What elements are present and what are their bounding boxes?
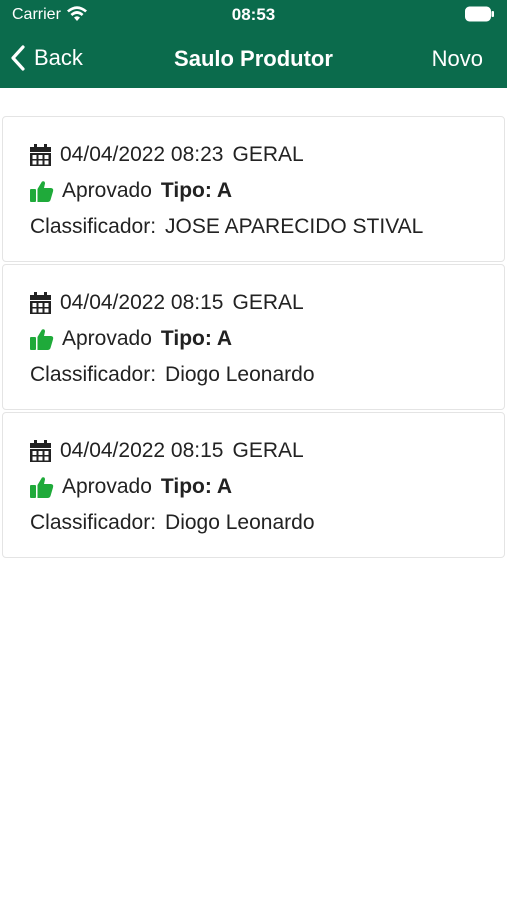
records-list: 04/04/2022 08:23 GERAL Aprovado Tipo: A … [0, 116, 507, 560]
list-item[interactable]: 04/04/2022 08:15 GERAL Aprovado Tipo: A … [2, 412, 505, 558]
classifier-name: JOSE APARECIDO STIVAL [165, 215, 424, 238]
record-classifier-row: Classificador: Diogo Leonardo [30, 511, 315, 535]
record-classifier-row: Classificador: JOSE APARECIDO STIVAL [30, 215, 423, 239]
classifier-label: Classificador: [30, 215, 157, 238]
record-header: 04/04/2022 08:15 GERAL [30, 439, 304, 463]
record-status: Aprovado [62, 179, 152, 202]
classifier-label: Classificador: [30, 363, 157, 386]
battery-icon [465, 6, 494, 22]
new-button[interactable]: Novo [432, 46, 483, 72]
calendar-icon [30, 292, 51, 314]
record-datetime: 04/04/2022 08:15 [60, 291, 224, 314]
app-header: Carrier 08:53 Back Saulo Produtor Novo [0, 0, 507, 88]
record-classifier-row: Classificador: Diogo Leonardo [30, 363, 315, 387]
list-item[interactable]: 04/04/2022 08:23 GERAL Aprovado Tipo: A … [2, 116, 505, 262]
record-status-row: Aprovado Tipo: A [30, 179, 232, 203]
list-item[interactable]: 04/04/2022 08:15 GERAL Aprovado Tipo: A … [2, 264, 505, 410]
record-header: 04/04/2022 08:23 GERAL [30, 143, 304, 167]
record-datetime: 04/04/2022 08:23 [60, 143, 224, 166]
thumbs-up-icon [30, 181, 54, 202]
classifier-label: Classificador: [30, 511, 157, 534]
record-status: Aprovado [62, 327, 152, 350]
record-type: Tipo: A [160, 179, 233, 202]
record-type: Tipo: A [160, 475, 233, 498]
record-category: GERAL [232, 439, 304, 462]
record-header: 04/04/2022 08:15 GERAL [30, 291, 304, 315]
nav-bar: Back Saulo Produtor Novo [0, 30, 507, 86]
record-status: Aprovado [62, 475, 152, 498]
classifier-name: Diogo Leonardo [165, 363, 315, 386]
calendar-icon [30, 144, 51, 166]
classifier-name: Diogo Leonardo [165, 511, 315, 534]
record-category: GERAL [232, 143, 304, 166]
record-status-row: Aprovado Tipo: A [30, 475, 232, 499]
thumbs-up-icon [30, 329, 54, 350]
record-category: GERAL [232, 291, 304, 314]
thumbs-up-icon [30, 477, 54, 498]
calendar-icon [30, 440, 51, 462]
record-type: Tipo: A [160, 327, 233, 350]
status-bar: Carrier 08:53 [0, 0, 507, 30]
status-time: 08:53 [231, 5, 276, 24]
record-status-row: Aprovado Tipo: A [30, 327, 232, 351]
record-datetime: 04/04/2022 08:15 [60, 439, 224, 462]
